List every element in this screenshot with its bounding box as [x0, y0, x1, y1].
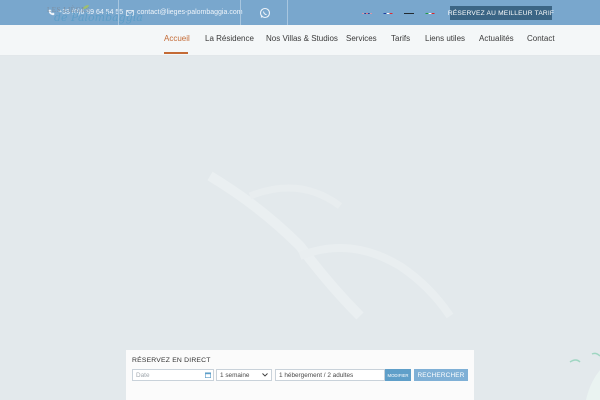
nav-rates[interactable]: Tarifs: [391, 34, 410, 43]
whatsapp-icon[interactable]: [258, 6, 272, 20]
nav-villas-studios[interactable]: Nos Villas & Studios: [266, 34, 338, 43]
booking-title: RÉSERVEZ EN DIRECT: [132, 357, 211, 364]
nav-news[interactable]: Actualités: [479, 34, 514, 43]
book-best-rate-button[interactable]: RÉSERVEZ AU MEILLEUR TARIF: [448, 6, 554, 20]
divider: [240, 0, 241, 25]
uk-flag-icon[interactable]: [362, 7, 372, 14]
nav-residence[interactable]: La Résidence: [205, 34, 254, 43]
search-button[interactable]: RECHERCHER: [414, 369, 468, 381]
leaf-icon: [83, 5, 89, 9]
active-nav-indicator: [164, 52, 188, 54]
calendar-icon[interactable]: [205, 372, 211, 378]
decorative-corner: [569, 352, 600, 400]
modify-button[interactable]: MODIFIER: [385, 369, 411, 381]
nav-home[interactable]: Accueil: [164, 34, 190, 43]
guests-input[interactable]: 1 hébergement / 2 adultes: [275, 369, 385, 381]
germany-flag-icon[interactable]: [404, 7, 414, 14]
email-link[interactable]: contact@lieges-palombaggia.com: [126, 0, 243, 25]
date-input[interactable]: Date: [132, 369, 214, 381]
nav-useful-links[interactable]: Liens utiles: [425, 34, 465, 43]
france-flag-icon[interactable]: [383, 7, 393, 14]
divider: [287, 0, 288, 25]
chevron-down-icon: [262, 373, 268, 377]
nav-services[interactable]: Services: [346, 34, 377, 43]
logo[interactable]: de Palombaggia: [54, 11, 143, 24]
email-address: contact@lieges-palombaggia.com: [137, 9, 243, 16]
nav-contact[interactable]: Contact: [527, 34, 555, 43]
italy-flag-icon[interactable]: [425, 7, 435, 14]
hero-image: [0, 56, 600, 400]
